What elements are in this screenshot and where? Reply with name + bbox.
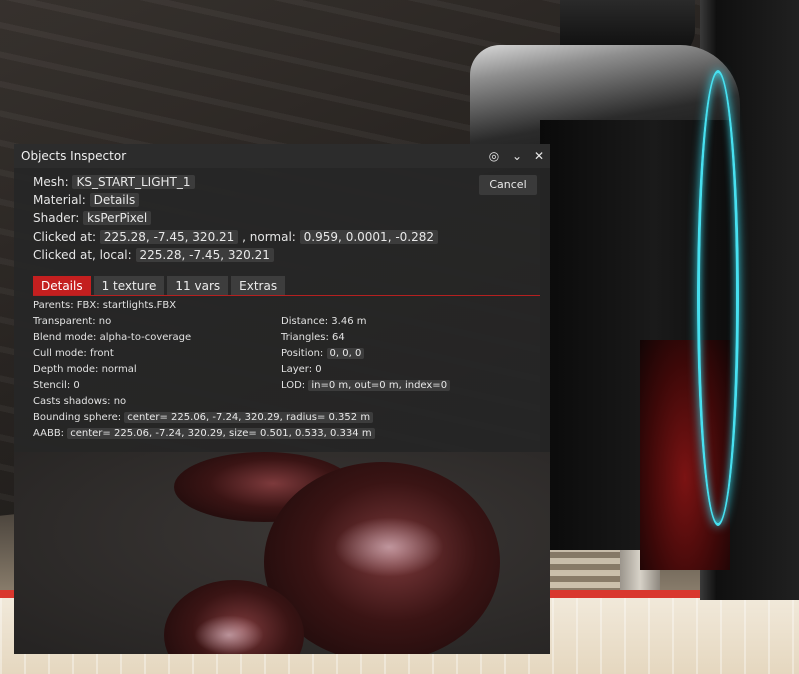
casts-shadows-row: Casts shadows: no	[33, 396, 127, 407]
bounding-sphere-row: Bounding sphere: center= 225.06, -7.24, …	[33, 412, 374, 423]
mesh-row: Mesh: KS_START_LIGHT_1	[33, 175, 195, 189]
shader-row: Shader: ksPerPixel	[33, 211, 152, 225]
mesh-label: Mesh:	[33, 175, 69, 189]
material-value[interactable]: Details	[89, 193, 140, 207]
stencil-value: 0	[73, 380, 80, 391]
aabb-row: AABB: center= 225.06, -7.24, 320.29, siz…	[33, 428, 375, 439]
triangles-row: Triangles: 64	[281, 332, 345, 343]
blend-mode-row: Blend mode: alpha-to-coverage	[33, 332, 192, 343]
material-row: Material: Details	[33, 193, 140, 207]
window-title: Objects Inspector	[21, 149, 127, 163]
objects-inspector-window: Objects Inspector ◎ ⌄ ✕ Cancel Mesh: KS_…	[14, 144, 550, 654]
mesh-value[interactable]: KS_START_LIGHT_1	[72, 175, 195, 189]
layer-value: 0	[315, 364, 322, 375]
material-label: Material:	[33, 193, 86, 207]
position-value[interactable]: 0, 0, 0	[326, 348, 365, 359]
selected-mesh-outline	[697, 70, 739, 526]
tab-vars[interactable]: 11 vars	[167, 276, 229, 296]
parents-value: FBX: startlights.FBX	[76, 300, 177, 311]
cull-mode-value: front	[89, 348, 114, 359]
position-row: Position: 0, 0, 0	[281, 348, 365, 359]
close-icon[interactable]: ✕	[531, 148, 547, 164]
parents-row: Parents: FBX: startlights.FBX	[33, 300, 177, 311]
tab-textures[interactable]: 1 texture	[93, 276, 165, 296]
blend-mode-value: alpha-to-coverage	[99, 332, 192, 343]
clicked-local-label: Clicked at, local:	[33, 248, 132, 262]
clicked-local-coords[interactable]: 225.28, -7.45, 320.21	[135, 248, 274, 262]
aabb-value[interactable]: center= 225.06, -7.24, 320.29, size= 0.5…	[67, 428, 375, 439]
lod-row: LOD: in=0 m, out=0 m, index=0	[281, 380, 451, 391]
normal-label: , normal:	[242, 230, 296, 244]
cull-mode-row: Cull mode: front	[33, 348, 114, 359]
clicked-coords[interactable]: 225.28, -7.45, 320.21	[99, 230, 239, 244]
clicked-local-row: Clicked at, local: 225.28, -7.45, 320.21	[33, 248, 274, 262]
triangles-value: 64	[332, 332, 345, 343]
layer-row: Layer: 0	[281, 364, 322, 375]
mesh-preview	[14, 452, 550, 654]
target-icon[interactable]: ◎	[486, 148, 502, 164]
stencil-row: Stencil: 0	[33, 380, 80, 391]
inspector-tabs: Details 1 texture 11 vars Extras	[33, 276, 288, 296]
distance-row: Distance: 3.46 m	[281, 316, 367, 327]
lod-value[interactable]: in=0 m, out=0 m, index=0	[308, 380, 451, 391]
bounding-sphere-value[interactable]: center= 225.06, -7.24, 320.29, radius= 0…	[124, 412, 374, 423]
depth-mode-row: Depth mode: normal	[33, 364, 137, 375]
clicked-row: Clicked at: 225.28, -7.45, 320.21 , norm…	[33, 230, 439, 244]
tab-underline	[33, 295, 540, 296]
tab-extras[interactable]: Extras	[231, 276, 286, 296]
transparent-row: Transparent: no	[33, 316, 112, 327]
transparent-value: no	[98, 316, 112, 327]
shader-label: Shader:	[33, 211, 80, 225]
cancel-button[interactable]: Cancel	[479, 175, 537, 195]
shader-value[interactable]: ksPerPixel	[83, 211, 152, 225]
clicked-label: Clicked at:	[33, 230, 97, 244]
tab-details[interactable]: Details	[33, 276, 91, 296]
casts-shadows-value: no	[113, 396, 127, 407]
window-titlebar[interactable]: Objects Inspector ◎ ⌄ ✕	[14, 144, 550, 168]
chevron-down-icon[interactable]: ⌄	[509, 148, 525, 164]
depth-mode-value: normal	[101, 364, 137, 375]
distance-value: 3.46	[331, 316, 354, 327]
normal-value[interactable]: 0.959, 0.0001, -0.282	[299, 230, 439, 244]
